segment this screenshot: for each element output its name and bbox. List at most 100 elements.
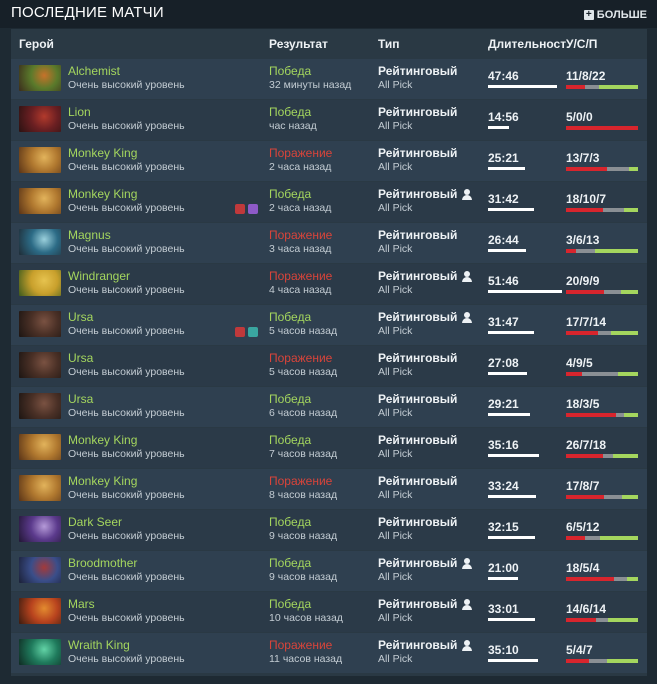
- hero-name[interactable]: Monkey King: [68, 474, 137, 488]
- lobby-type-label: Рейтинговый: [378, 187, 458, 201]
- duration-bar: [488, 290, 562, 293]
- item-icons: [235, 204, 258, 216]
- hero-name[interactable]: Alchemist: [68, 64, 120, 78]
- match-result: Поражение: [269, 228, 333, 242]
- table-row[interactable]: Mars Очень высокий уровень Победа 10 часов …: [11, 592, 647, 632]
- hero-name[interactable]: Ursa: [68, 351, 93, 365]
- table-row[interactable]: Monkey King Очень высокий уровень Победа 2 …: [11, 182, 647, 222]
- kda-bar: [566, 372, 638, 376]
- kda-value: 5/0/0: [566, 110, 593, 124]
- kda-bar: [566, 618, 638, 622]
- hero-name[interactable]: Monkey King: [68, 146, 137, 160]
- hero-portrait: [19, 516, 61, 542]
- hero-name[interactable]: Ursa: [68, 310, 93, 324]
- hero-name[interactable]: Monkey King: [68, 433, 137, 447]
- kda-bar: [566, 167, 638, 171]
- table-row[interactable]: Broodmother Очень высокий уровень Победа 9 …: [11, 551, 647, 591]
- hero-name[interactable]: Windranger: [68, 269, 130, 283]
- hero-name[interactable]: Lion: [68, 105, 91, 119]
- skill-bracket: Очень высокий уровень: [68, 653, 185, 665]
- table-row[interactable]: Ursa Очень высокий уровень Победа 5 часов н…: [11, 305, 647, 345]
- hero-name[interactable]: Monkey King: [68, 187, 137, 201]
- match-time-ago: 2 часа назад: [269, 161, 332, 173]
- match-result: Победа: [269, 392, 312, 406]
- hero-name[interactable]: Wraith King: [68, 638, 130, 652]
- table-row[interactable]: Magnus Очень высокий уровень Поражение 3 ча…: [11, 223, 647, 263]
- party-user-icon: [462, 639, 473, 651]
- match-result: Поражение: [269, 146, 333, 160]
- kda-value: 18/10/7: [566, 192, 607, 206]
- match-duration: 29:21: [488, 397, 519, 411]
- match-duration: 31:47: [488, 315, 519, 329]
- skill-bracket: Очень высокий уровень: [68, 325, 185, 337]
- hero-portrait: [19, 393, 61, 419]
- hero-portrait: [19, 188, 61, 214]
- hero-name[interactable]: Ursa: [68, 392, 93, 406]
- table-row[interactable]: Dark Seer Очень высокий уровень Победа 9 ча…: [11, 510, 647, 550]
- game-mode: All Pick: [378, 571, 413, 583]
- table-row[interactable]: Lion Очень высокий уровень Победа час назад…: [11, 100, 647, 140]
- kda-bar-assists: [611, 331, 638, 335]
- game-mode: All Pick: [378, 448, 413, 460]
- kda-bar-kills: [566, 413, 616, 417]
- skill-bracket: Очень высокий уровень: [68, 489, 185, 501]
- lobby-type: Рейтинговый: [378, 64, 457, 78]
- lobby-type-label: Рейтинговый: [378, 392, 458, 406]
- hero-name[interactable]: Broodmother: [68, 556, 137, 570]
- duration-bar: [488, 372, 527, 375]
- match-result: Поражение: [269, 638, 333, 652]
- kda-bar-deaths: [575, 249, 596, 253]
- hero-portrait: [19, 639, 61, 665]
- table-row[interactable]: Monkey King Очень высокий уровень Победа 7 …: [11, 428, 647, 468]
- hero-name[interactable]: Mars: [68, 597, 95, 611]
- column-header-result[interactable]: Результат: [269, 37, 328, 51]
- match-time-ago: 10 часов назад: [269, 612, 343, 624]
- match-duration: 21:00: [488, 561, 519, 575]
- match-duration: 47:46: [488, 69, 519, 83]
- more-button[interactable]: + БОЛЬШЕ: [583, 8, 647, 22]
- hero-name[interactable]: Dark Seer: [68, 515, 122, 529]
- table-row[interactable]: Windranger Очень высокий уровень Поражение…: [11, 264, 647, 304]
- duration-bar: [488, 208, 534, 211]
- match-result: Победа: [269, 64, 312, 78]
- skill-bracket: Очень высокий уровень: [68, 120, 185, 132]
- column-header-hero[interactable]: Герой: [19, 37, 54, 51]
- kda-value: 20/9/9: [566, 274, 600, 288]
- kda-bar-kills: [566, 454, 603, 458]
- hero-name[interactable]: Magnus: [68, 228, 111, 242]
- hero-portrait: [19, 598, 61, 624]
- table-row[interactable]: Ursa Очень высокий уровень Победа 6 часов н…: [11, 387, 647, 427]
- kda-value: 4/9/5: [566, 356, 593, 370]
- column-header-duration[interactable]: Длительность: [488, 37, 566, 51]
- skill-bracket: Очень высокий уровень: [68, 284, 185, 296]
- lobby-type: Рейтинговый: [378, 187, 473, 201]
- kda-value: 6/5/12: [566, 520, 600, 534]
- table-row[interactable]: Monkey King Очень высокий уровень Поражени…: [11, 141, 647, 181]
- match-result: Победа: [269, 310, 312, 324]
- item-icons: [235, 327, 258, 339]
- hero-portrait: [19, 147, 61, 173]
- lobby-type: Рейтинговый: [378, 269, 473, 283]
- table-row[interactable]: Monkey King Очень высокий уровень Поражени…: [11, 469, 647, 509]
- kda-bar-deaths: [602, 454, 613, 458]
- item-icon: [248, 327, 258, 337]
- item-icon: [235, 327, 245, 337]
- duration-bar: [488, 495, 536, 498]
- lobby-type: Рейтинговый: [378, 638, 473, 652]
- column-header-kda[interactable]: У/С/П: [566, 37, 597, 51]
- match-duration: 31:42: [488, 192, 519, 206]
- lobby-type: Рейтинговый: [378, 105, 457, 119]
- kda-bar-assists: [608, 618, 638, 622]
- game-mode: All Pick: [378, 612, 413, 624]
- kda-bar-assists: [623, 208, 638, 212]
- match-duration: 35:16: [488, 438, 519, 452]
- table-row[interactable]: Alchemist Очень высокий уровень Победа 32 м…: [11, 59, 647, 99]
- lobby-type: Рейтинговый: [378, 146, 457, 160]
- matches-panel: Герой Результат Тип Длительность У/С/П A…: [11, 29, 647, 676]
- game-mode: All Pick: [378, 202, 413, 214]
- kda-bar: [566, 208, 638, 212]
- kda-bar-assists: [595, 249, 638, 253]
- table-row[interactable]: Ursa Очень высокий уровень Поражение 5 часо…: [11, 346, 647, 386]
- table-row[interactable]: Wraith King Очень высокий уровень Поражени…: [11, 633, 647, 673]
- column-header-type[interactable]: Тип: [378, 37, 400, 51]
